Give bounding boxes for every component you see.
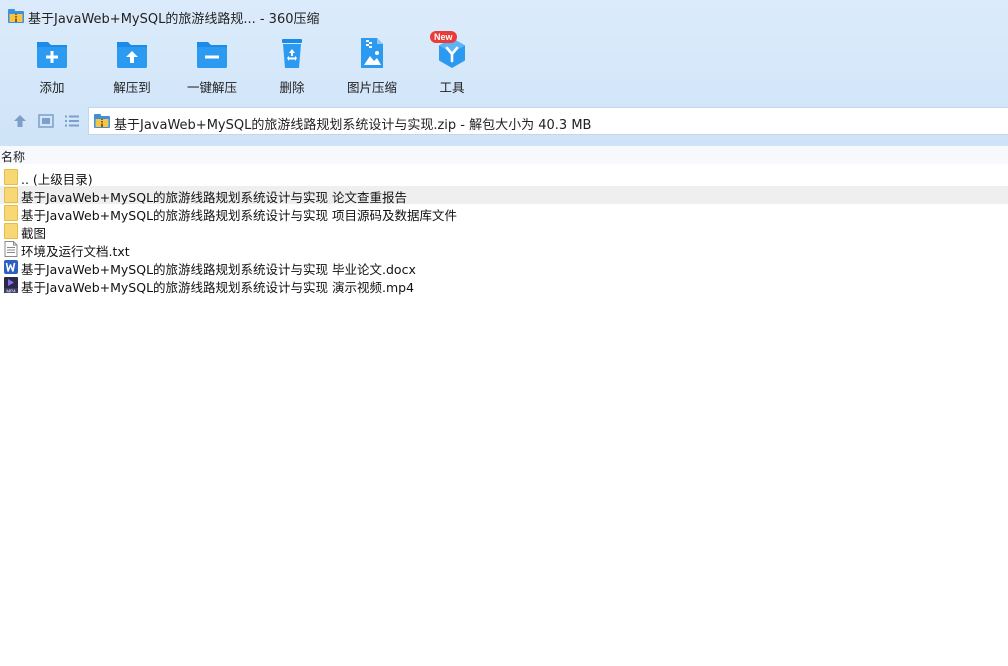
folder-icon [4, 187, 18, 203]
one-click-extract-button[interactable]: 一键解压 [172, 36, 252, 98]
list-item[interactable]: 基于JavaWeb+MySQL的旅游线路规划系统设计与实现 毕业论文.docx [0, 258, 1008, 277]
list-view-icon[interactable] [64, 114, 80, 128]
extract-to-icon [117, 42, 147, 68]
word-doc-icon [4, 260, 18, 274]
one-click-extract-button-label: 一键解压 [186, 80, 237, 95]
archive-app-icon [8, 9, 24, 23]
text-file-icon [4, 241, 18, 257]
top-region: 基于JavaWeb+MySQL的旅游线路规... - 360压缩 添加 解压到 [0, 0, 1008, 146]
tools-button[interactable]: New 工具 [412, 31, 492, 98]
column-header: 名称 [0, 146, 1008, 164]
folder-icon [4, 223, 18, 239]
zip-archive-icon [94, 114, 110, 128]
main-toolbar: 添加 解压到 一键解压 删除 图片压缩 New 工具 [0, 31, 520, 98]
tools-button-label: 工具 [439, 80, 465, 95]
file-list: .. (上级目录) 基于JavaWeb+MySQL的旅游线路规划系统设计与实现 … [0, 168, 1008, 295]
svg-text:MP4: MP4 [6, 288, 16, 293]
image-compress-button[interactable]: 图片压缩 [332, 36, 412, 98]
list-item[interactable]: MP4 基于JavaWeb+MySQL的旅游线路规划系统设计与实现 演示视频.m… [0, 276, 1008, 295]
list-item[interactable]: 截图 [0, 222, 1008, 241]
list-item-parent-dir[interactable]: .. (上级目录) [0, 168, 1008, 187]
delete-button[interactable]: 删除 [252, 36, 332, 98]
title-bar: 基于JavaWeb+MySQL的旅游线路规... - 360压缩 [0, 0, 1008, 32]
thumbnail-view-icon[interactable] [38, 114, 54, 128]
window-title: 基于JavaWeb+MySQL的旅游线路规... - 360压缩 [28, 12, 320, 27]
add-folder-icon [37, 42, 67, 68]
add-button-label: 添加 [39, 80, 65, 95]
one-click-extract-icon [197, 42, 227, 68]
folder-icon [4, 205, 18, 221]
address-path: 基于JavaWeb+MySQL的旅游线路规划系统设计与实现.zip - 解包大小… [114, 118, 592, 133]
image-compress-icon [361, 38, 383, 68]
delete-button-label: 删除 [279, 80, 305, 95]
list-item[interactable]: 基于JavaWeb+MySQL的旅游线路规划系统设计与实现 项目源码及数据库文件 [0, 204, 1008, 223]
image-compress-button-label: 图片压缩 [346, 80, 397, 95]
video-file-icon: MP4 [4, 277, 18, 293]
folder-icon [4, 169, 18, 185]
column-name-header[interactable]: 名称 [1, 148, 25, 165]
address-bar: 基于JavaWeb+MySQL的旅游线路规划系统设计与实现.zip - 解包大小… [0, 106, 1008, 136]
recycle-bin-icon [282, 39, 302, 68]
add-button[interactable]: 添加 [12, 36, 92, 98]
extract-to-button[interactable]: 解压到 [92, 36, 172, 98]
new-badge: New [430, 31, 457, 43]
file-name: 基于JavaWeb+MySQL的旅游线路规划系统设计与实现 演示视频.mp4 [21, 280, 415, 295]
list-item[interactable]: 基于JavaWeb+MySQL的旅游线路规划系统设计与实现 论文查重报告 [0, 186, 1008, 205]
address-field[interactable]: 基于JavaWeb+MySQL的旅游线路规划系统设计与实现.zip - 解包大小… [88, 107, 1008, 135]
extract-to-button-label: 解压到 [113, 80, 151, 95]
up-level-icon[interactable] [12, 114, 28, 128]
list-item[interactable]: 环境及运行文档.txt [0, 240, 1008, 259]
